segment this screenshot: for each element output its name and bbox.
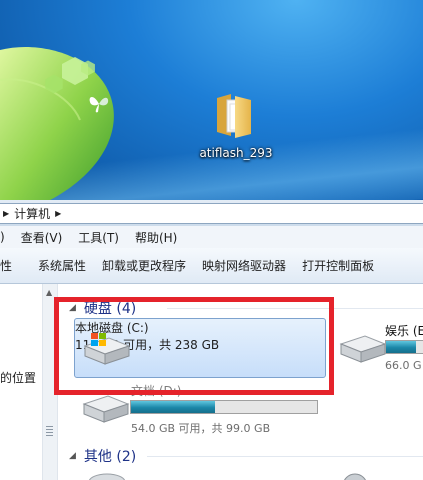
nav-item-partial[interactable]: 的位置 [0,369,36,386]
drive-e-usage-fill [386,341,416,353]
drive-e-name: 娱乐 (E [385,324,423,338]
map-network-drive-button[interactable]: 映射网络驱动器 [202,257,286,274]
group-header-other[interactable]: ◢ 其他 (2) [69,446,136,466]
command-bar: 性 系统属性 卸载或更改程序 映射网络驱动器 打开控制面板 [0,248,423,284]
breadcrumb[interactable]: ▶ 计算机 ▶ [0,203,423,224]
butterfly-icon [89,97,109,113]
drive-icon [339,335,387,363]
address-bar: ▶ 计算机 ▶ [0,200,423,227]
desktop-background: atiflash_293 [0,0,423,205]
menu-help[interactable]: 帮助(H) [135,229,177,246]
drive-d-usage-fill [131,401,215,413]
drive-d-usage-bar [130,400,318,414]
highlight-annotation-box [54,297,334,395]
navigation-pane: 的位置 [0,284,42,480]
menu-bar: ) 查看(V) 工具(T) 帮助(H) [0,226,423,249]
uninstall-program-button[interactable]: 卸载或更改程序 [102,257,186,274]
wallpaper-hexagon [45,74,63,94]
menu-tools[interactable]: 工具(T) [78,229,119,246]
scroll-up-arrow-icon[interactable]: ▲ [46,288,52,297]
scrollbar-grip[interactable] [46,426,53,436]
breadcrumb-item-computer[interactable]: 计算机 [14,205,50,222]
drive-e-usage-bar [385,340,423,354]
drive-d-space: 54.0 GB 可用，共 99.0 GB [131,422,271,435]
drive-icon [82,395,130,423]
menu-view[interactable]: 查看(V) [21,229,63,246]
chevron-right-icon[interactable]: ▶ [55,209,61,218]
menu-item-partial[interactable]: ) [0,230,5,244]
disc-drive-icon [344,473,366,480]
collapse-triangle-icon[interactable]: ◢ [69,451,76,461]
group-divider [147,456,423,457]
toolbar-item-partial[interactable]: 性 [0,257,12,274]
system-properties-button[interactable]: 系统属性 [38,257,86,274]
drive-e-tile[interactable]: 娱乐 (E 66.0 G [333,318,423,376]
chevron-right-icon[interactable]: ▶ [3,209,9,218]
folder-icon[interactable] [213,92,255,138]
drive-e-space: 66.0 G [385,359,422,372]
group-title: 其他 (2) [83,449,137,465]
open-control-panel-button[interactable]: 打开控制面板 [302,257,374,274]
desktop-icon-label[interactable]: atiflash_293 [196,146,276,160]
device-icon [89,473,125,480]
wallpaper-hexagon [81,60,95,76]
